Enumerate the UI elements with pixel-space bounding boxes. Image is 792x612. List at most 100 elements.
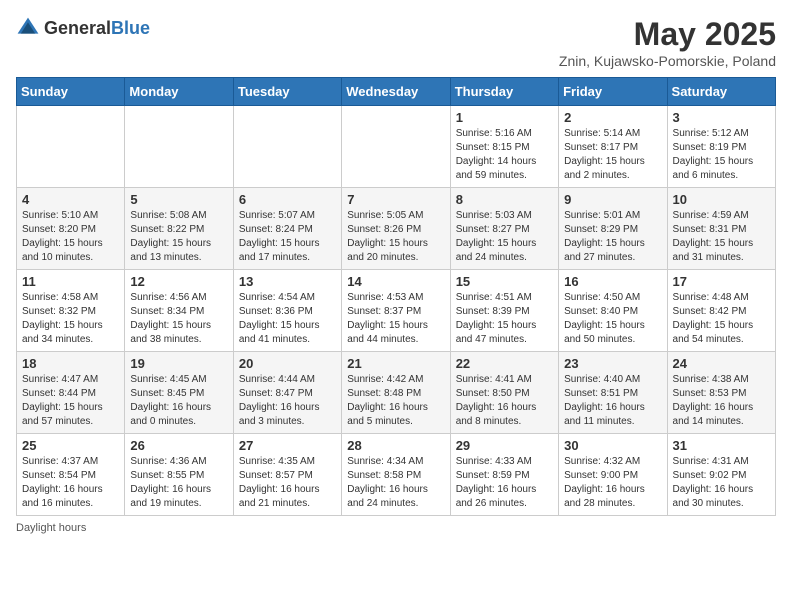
calendar-cell: 12 Sunrise: 4:56 AM Sunset: 8:34 PM Dayli…: [125, 270, 233, 352]
calendar-cell: 27 Sunrise: 4:35 AM Sunset: 8:57 PM Dayli…: [233, 434, 341, 516]
day-info: Sunrise: 4:38 AM Sunset: 8:53 PM Dayligh…: [673, 373, 770, 429]
calendar-cell: 25Sunrise: 4:37 AM Sunset: 8:54 PM Dayli…: [17, 434, 125, 516]
day-number: 10: [673, 192, 770, 207]
calendar-header-saturday: Saturday: [667, 78, 775, 106]
day-info: Sunrise: 4:36 AM Sunset: 8:55 PM Dayligh…: [130, 455, 227, 511]
calendar-cell: 16 Sunrise: 4:50 AM Sunset: 8:40 PM Dayli…: [559, 270, 667, 352]
calendar-cell: 13Sunrise: 4:54 AM Sunset: 8:36 PM Dayli…: [233, 270, 341, 352]
day-number: 3: [673, 110, 770, 125]
logo-text: GeneralBlue: [44, 18, 150, 39]
day-number: 30: [564, 438, 661, 453]
day-info: Sunrise: 5:01 AM Sunset: 8:29 PM Dayligh…: [564, 209, 661, 265]
calendar-header-friday: Friday: [559, 78, 667, 106]
day-info: Sunrise: 4:33 AM Sunset: 8:59 PM Dayligh…: [456, 455, 553, 511]
daylight-label: Daylight hours: [16, 522, 86, 534]
calendar-cell: 31Sunrise: 4:31 AM Sunset: 9:02 PM Dayli…: [667, 434, 775, 516]
calendar-header-sunday: Sunday: [17, 78, 125, 106]
calendar-cell: 30 Sunrise: 4:32 AM Sunset: 9:00 PM Dayli…: [559, 434, 667, 516]
day-info: Sunrise: 4:41 AM Sunset: 8:50 PM Dayligh…: [456, 373, 553, 429]
calendar-cell: 4 Sunrise: 5:10 AM Sunset: 8:20 PM Daylig…: [17, 188, 125, 270]
calendar-week-3: 11Sunrise: 4:58 AM Sunset: 8:32 PM Dayli…: [17, 270, 776, 352]
main-title: May 2025: [559, 16, 776, 53]
day-info: Sunrise: 4:34 AM Sunset: 8:58 PM Dayligh…: [347, 455, 444, 511]
calendar-cell: 1Sunrise: 5:16 AM Sunset: 8:15 PM Daylig…: [450, 106, 558, 188]
calendar-cell: 24 Sunrise: 4:38 AM Sunset: 8:53 PM Dayli…: [667, 352, 775, 434]
day-info: Sunrise: 4:35 AM Sunset: 8:57 PM Dayligh…: [239, 455, 336, 511]
day-info: Sunrise: 5:07 AM Sunset: 8:24 PM Dayligh…: [239, 209, 336, 265]
page-header: GeneralBlue May 2025 Znin, Kujawsko-Pomo…: [16, 16, 776, 69]
day-info: Sunrise: 4:54 AM Sunset: 8:36 PM Dayligh…: [239, 291, 336, 347]
calendar-cell: 5 Sunrise: 5:08 AM Sunset: 8:22 PM Daylig…: [125, 188, 233, 270]
day-number: 23: [564, 356, 661, 371]
calendar-cell: 6Sunrise: 5:07 AM Sunset: 8:24 PM Daylig…: [233, 188, 341, 270]
day-info: Sunrise: 4:51 AM Sunset: 8:39 PM Dayligh…: [456, 291, 553, 347]
calendar-cell: 21Sunrise: 4:42 AM Sunset: 8:48 PM Dayli…: [342, 352, 450, 434]
calendar-cell: 26 Sunrise: 4:36 AM Sunset: 8:55 PM Dayli…: [125, 434, 233, 516]
day-info: Sunrise: 5:12 AM Sunset: 8:19 PM Dayligh…: [673, 127, 770, 183]
calendar-cell: 23 Sunrise: 4:40 AM Sunset: 8:51 PM Dayli…: [559, 352, 667, 434]
calendar-cell: 3 Sunrise: 5:12 AM Sunset: 8:19 PM Daylig…: [667, 106, 775, 188]
day-number: 11: [22, 274, 119, 289]
calendar-week-1: 1Sunrise: 5:16 AM Sunset: 8:15 PM Daylig…: [17, 106, 776, 188]
calendar-cell: 9 Sunrise: 5:01 AM Sunset: 8:29 PM Daylig…: [559, 188, 667, 270]
day-info: Sunrise: 5:03 AM Sunset: 8:27 PM Dayligh…: [456, 209, 553, 265]
day-number: 29: [456, 438, 553, 453]
day-info: Sunrise: 4:59 AM Sunset: 8:31 PM Dayligh…: [673, 209, 770, 265]
day-info: Sunrise: 4:53 AM Sunset: 8:37 PM Dayligh…: [347, 291, 444, 347]
subtitle: Znin, Kujawsko-Pomorskie, Poland: [559, 53, 776, 69]
calendar-header-thursday: Thursday: [450, 78, 558, 106]
calendar-cell: 22 Sunrise: 4:41 AM Sunset: 8:50 PM Dayli…: [450, 352, 558, 434]
day-number: 24: [673, 356, 770, 371]
generalblue-logo-icon: [16, 16, 40, 40]
day-number: 17: [673, 274, 770, 289]
footer-note: Daylight hours: [16, 522, 776, 534]
logo-blue: Blue: [111, 18, 150, 38]
day-info: Sunrise: 4:48 AM Sunset: 8:42 PM Dayligh…: [673, 291, 770, 347]
day-number: 26: [130, 438, 227, 453]
day-info: Sunrise: 4:47 AM Sunset: 8:44 PM Dayligh…: [22, 373, 119, 429]
day-number: 15: [456, 274, 553, 289]
day-info: Sunrise: 4:40 AM Sunset: 8:51 PM Dayligh…: [564, 373, 661, 429]
calendar-cell: 11Sunrise: 4:58 AM Sunset: 8:32 PM Dayli…: [17, 270, 125, 352]
day-number: 31: [673, 438, 770, 453]
day-number: 2: [564, 110, 661, 125]
day-number: 7: [347, 192, 444, 207]
day-number: 9: [564, 192, 661, 207]
day-number: 27: [239, 438, 336, 453]
calendar-cell: 10 Sunrise: 4:59 AM Sunset: 8:31 PM Dayli…: [667, 188, 775, 270]
calendar-cell: 14Sunrise: 4:53 AM Sunset: 8:37 PM Dayli…: [342, 270, 450, 352]
calendar-header-row: SundayMondayTuesdayWednesdayThursdayFrid…: [17, 78, 776, 106]
calendar-week-4: 18Sunrise: 4:47 AM Sunset: 8:44 PM Dayli…: [17, 352, 776, 434]
calendar-cell: [17, 106, 125, 188]
logo-general: General: [44, 18, 111, 38]
day-info: Sunrise: 4:45 AM Sunset: 8:45 PM Dayligh…: [130, 373, 227, 429]
day-info: Sunrise: 4:50 AM Sunset: 8:40 PM Dayligh…: [564, 291, 661, 347]
day-number: 5: [130, 192, 227, 207]
day-number: 16: [564, 274, 661, 289]
calendar-cell: 18Sunrise: 4:47 AM Sunset: 8:44 PM Dayli…: [17, 352, 125, 434]
calendar-header-monday: Monday: [125, 78, 233, 106]
day-number: 21: [347, 356, 444, 371]
calendar-header-wednesday: Wednesday: [342, 78, 450, 106]
logo: GeneralBlue: [16, 16, 150, 40]
day-info: Sunrise: 4:44 AM Sunset: 8:47 PM Dayligh…: [239, 373, 336, 429]
day-number: 4: [22, 192, 119, 207]
day-number: 25: [22, 438, 119, 453]
day-number: 19: [130, 356, 227, 371]
calendar-cell: 19 Sunrise: 4:45 AM Sunset: 8:45 PM Dayli…: [125, 352, 233, 434]
calendar-cell: 20Sunrise: 4:44 AM Sunset: 8:47 PM Dayli…: [233, 352, 341, 434]
day-number: 1: [456, 110, 553, 125]
calendar-cell: [125, 106, 233, 188]
calendar-cell: 29 Sunrise: 4:33 AM Sunset: 8:59 PM Dayli…: [450, 434, 558, 516]
day-number: 12: [130, 274, 227, 289]
calendar-table: SundayMondayTuesdayWednesdayThursdayFrid…: [16, 77, 776, 516]
day-info: Sunrise: 4:56 AM Sunset: 8:34 PM Dayligh…: [130, 291, 227, 347]
day-info: Sunrise: 4:32 AM Sunset: 9:00 PM Dayligh…: [564, 455, 661, 511]
day-info: Sunrise: 5:08 AM Sunset: 8:22 PM Dayligh…: [130, 209, 227, 265]
title-block: May 2025 Znin, Kujawsko-Pomorskie, Polan…: [559, 16, 776, 69]
calendar-cell: [342, 106, 450, 188]
day-info: Sunrise: 5:05 AM Sunset: 8:26 PM Dayligh…: [347, 209, 444, 265]
day-info: Sunrise: 5:10 AM Sunset: 8:20 PM Dayligh…: [22, 209, 119, 265]
day-number: 22: [456, 356, 553, 371]
calendar-cell: 17 Sunrise: 4:48 AM Sunset: 8:42 PM Dayli…: [667, 270, 775, 352]
